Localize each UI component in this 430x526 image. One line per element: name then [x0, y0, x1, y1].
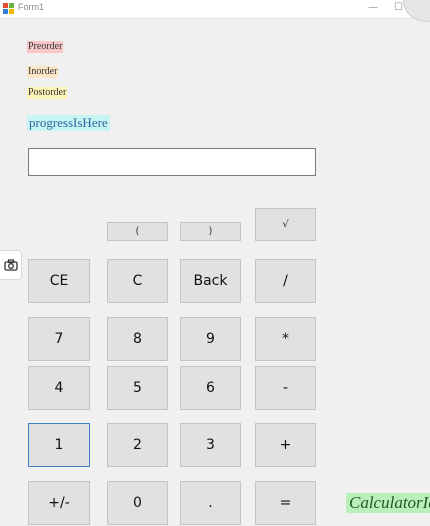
six-button[interactable]: 6	[180, 366, 241, 410]
open-paren-button[interactable]: (	[107, 222, 168, 241]
clear-button[interactable]: C	[107, 259, 168, 303]
one-button[interactable]: 1	[28, 423, 90, 467]
display-input[interactable]	[28, 148, 316, 176]
nine-button[interactable]: 9	[180, 317, 241, 361]
eight-button[interactable]: 8	[107, 317, 168, 361]
divide-button[interactable]: /	[255, 259, 316, 303]
multiply-button[interactable]: *	[255, 317, 316, 361]
ce-button[interactable]: CE	[28, 259, 90, 303]
close-button[interactable]	[403, 0, 430, 22]
three-button[interactable]: 3	[180, 423, 241, 467]
minus-button[interactable]: -	[255, 366, 316, 410]
two-button[interactable]: 2	[107, 423, 168, 467]
back-button[interactable]: Back	[180, 259, 241, 303]
equals-button[interactable]: =	[255, 481, 316, 525]
inorder-label: Inorder	[27, 66, 59, 78]
window-title: Form1	[18, 2, 45, 12]
plus-button[interactable]: +	[255, 423, 316, 467]
preorder-label: Preorder	[27, 41, 64, 53]
sqrt-button[interactable]: √	[255, 208, 316, 241]
progress-label: progressIsHere	[27, 115, 110, 131]
camera-icon	[4, 259, 18, 271]
maximize-button[interactable]: ☐	[394, 2, 403, 14]
calculator-id-label: CalculatorId	[346, 493, 430, 513]
negate-button[interactable]: +/-	[28, 481, 90, 525]
title-bar: Form1 — ☐	[0, 0, 430, 22]
seven-button[interactable]: 7	[28, 317, 90, 361]
postorder-label: Postorder	[27, 87, 68, 99]
app-icon	[3, 3, 14, 14]
five-button[interactable]: 5	[107, 366, 168, 410]
decimal-button[interactable]: .	[180, 481, 241, 525]
four-button[interactable]: 4	[28, 366, 90, 410]
zero-button[interactable]: 0	[107, 481, 168, 525]
camera-button[interactable]	[0, 250, 22, 280]
close-paren-button[interactable]: )	[180, 222, 241, 241]
minimize-button[interactable]: —	[368, 2, 378, 14]
